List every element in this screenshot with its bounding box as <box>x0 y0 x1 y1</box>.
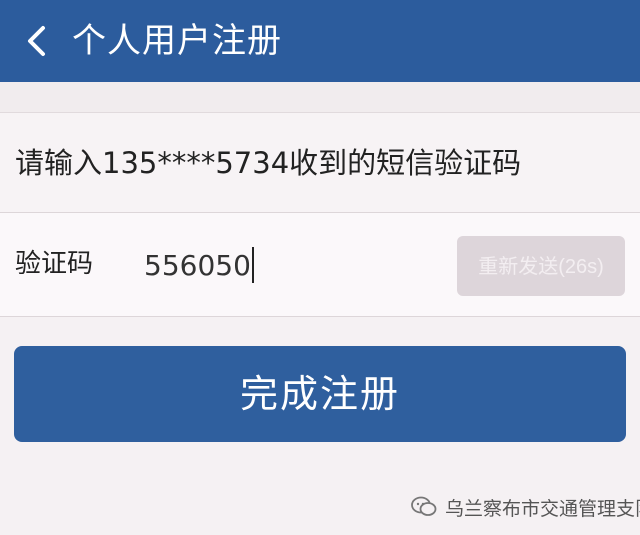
verification-code-label: 验证码 <box>15 249 94 279</box>
watermark-text: 乌兰察布市交通管理支队 <box>445 498 640 520</box>
sms-prompt-row: 请输入135****5734收到的短信验证码 <box>0 113 640 213</box>
verification-code-input[interactable] <box>140 245 434 285</box>
complete-registration-button[interactable]: 完成注册 <box>14 346 626 442</box>
app-header: 个人用户注册 <box>0 0 640 82</box>
verification-code-row: 验证码 重新发送(26s) <box>0 213 640 317</box>
page-title: 个人用户注册 <box>72 21 282 61</box>
chevron-left-icon[interactable] <box>22 24 52 58</box>
resend-code-button[interactable]: 重新发送(26s) <box>457 236 625 296</box>
wechat-icon <box>411 496 437 516</box>
section-divider <box>0 82 640 113</box>
text-cursor <box>252 247 254 283</box>
sms-prompt-text: 请输入135****5734收到的短信验证码 <box>15 146 522 180</box>
